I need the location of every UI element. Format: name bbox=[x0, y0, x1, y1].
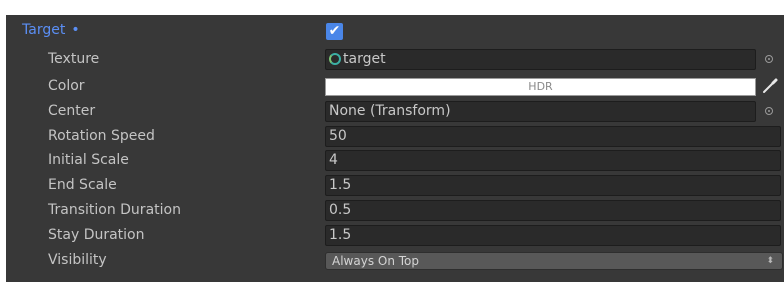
stay-duration-row: Stay Duration 1.5 bbox=[6, 224, 784, 247]
rotation-speed-label: Rotation Speed bbox=[48, 128, 155, 144]
end-scale-row: End Scale 1.5 bbox=[6, 174, 784, 197]
texture-picker-icon[interactable] bbox=[765, 55, 773, 63]
modified-marker: • bbox=[71, 22, 80, 38]
target-foldout-label: Target bbox=[22, 22, 66, 38]
initial-scale-field[interactable]: 4 bbox=[325, 150, 781, 171]
texture-object-field[interactable]: target bbox=[325, 49, 756, 70]
inspector-panel: Target • ✔ Texture target Color HDR Cente… bbox=[6, 15, 784, 282]
visibility-value: Always On Top bbox=[332, 254, 419, 268]
stay-duration-field[interactable]: 1.5 bbox=[325, 225, 781, 246]
visibility-label: Visibility bbox=[48, 252, 107, 268]
color-row: Color HDR bbox=[6, 75, 784, 98]
rotation-speed-field[interactable]: 50 bbox=[325, 126, 781, 147]
texture-asset-icon bbox=[329, 53, 341, 65]
visibility-dropdown[interactable]: Always On Top ⬍ bbox=[325, 252, 783, 270]
center-object-field[interactable]: None (Transform) bbox=[325, 101, 756, 122]
target-enabled-checkbox[interactable]: ✔ bbox=[326, 23, 343, 40]
texture-value: target bbox=[343, 51, 386, 67]
center-row: Center None (Transform) bbox=[6, 100, 784, 123]
stay-duration-label: Stay Duration bbox=[48, 227, 145, 243]
target-foldout-row: Target • ✔ bbox=[6, 19, 784, 42]
initial-scale-row: Initial Scale 4 bbox=[6, 149, 784, 172]
rotation-speed-row: Rotation Speed 50 bbox=[6, 125, 784, 148]
texture-label: Texture bbox=[48, 51, 100, 67]
center-label: Center bbox=[48, 103, 96, 119]
color-swatch[interactable]: HDR bbox=[325, 78, 756, 96]
end-scale-label: End Scale bbox=[48, 177, 117, 193]
end-scale-field[interactable]: 1.5 bbox=[325, 175, 781, 196]
color-label: Color bbox=[48, 78, 85, 94]
initial-scale-label: Initial Scale bbox=[48, 152, 129, 168]
eyedropper-icon[interactable] bbox=[761, 77, 779, 95]
dropdown-arrow-icon: ⬍ bbox=[766, 256, 774, 266]
visibility-row: Visibility Always On Top ⬍ bbox=[6, 249, 784, 272]
transition-duration-row: Transition Duration 0.5 bbox=[6, 199, 784, 222]
center-picker-icon[interactable] bbox=[765, 107, 773, 115]
transition-duration-label: Transition Duration bbox=[48, 202, 181, 218]
target-foldout[interactable]: Target • bbox=[22, 22, 80, 39]
texture-row: Texture target bbox=[6, 48, 784, 71]
transition-duration-field[interactable]: 0.5 bbox=[325, 200, 781, 221]
